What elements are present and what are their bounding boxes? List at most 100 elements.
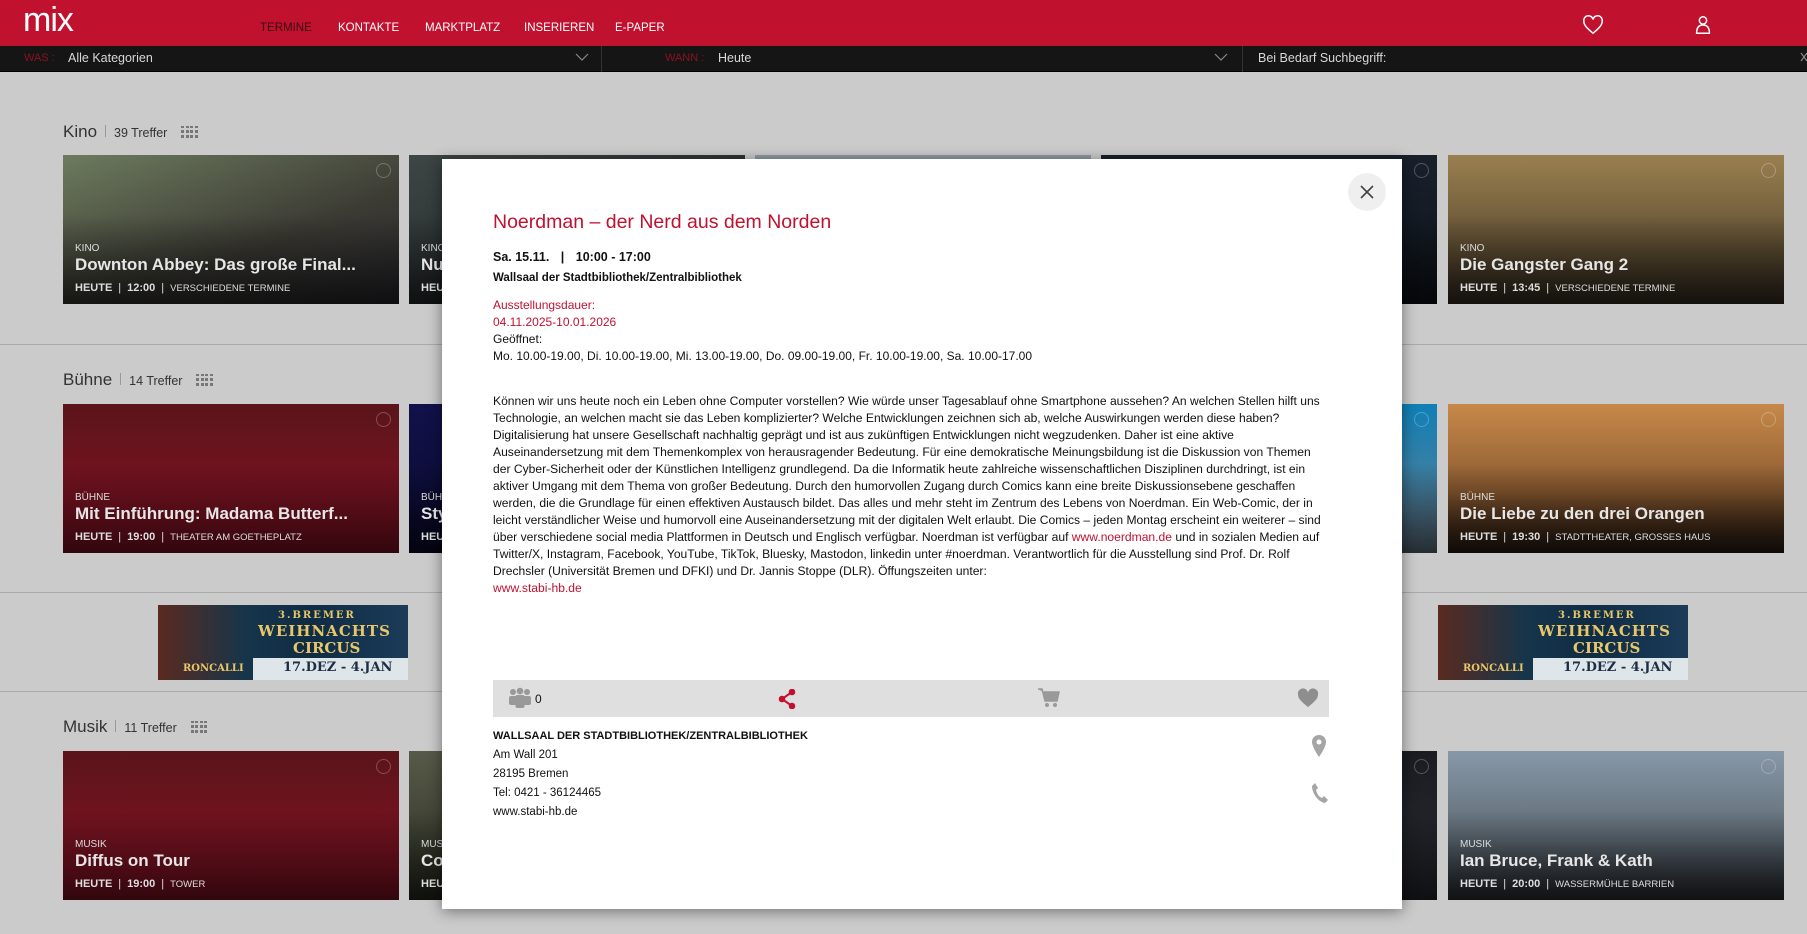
section-header-kino: Kino 39 Treffer xyxy=(63,122,198,142)
top-header: mix TERMINE KONTAKTE MARKTPLATZ INSERIER… xyxy=(0,0,1807,46)
card-day: HEUTE xyxy=(75,878,113,890)
heart-icon[interactable] xyxy=(1582,14,1604,36)
nav-e-paper[interactable]: E-PAPER xyxy=(615,22,665,34)
grid-view-icon[interactable] xyxy=(196,373,213,387)
info-icon[interactable] xyxy=(1761,759,1776,774)
card-meta: HEUTE | 19:30 | STADTTHEATER, GROSSES HAUS xyxy=(1460,531,1711,543)
info-icon[interactable] xyxy=(1761,163,1776,178)
address-street: Am Wall 201 xyxy=(493,749,558,761)
ad-banner[interactable]: 3.BREMER WEIHNACHTS CIRCUS 17.DEZ - 4.JA… xyxy=(158,605,408,680)
event-venue: Wallsaal der Stadtbibliothek/Zentralbibl… xyxy=(493,272,742,284)
banner-text: 17.DEZ - 4.JAN xyxy=(283,660,393,675)
search-input[interactable]: Bei Bedarf Suchbegriff: xyxy=(1258,51,1386,65)
chevron-down-icon[interactable] xyxy=(1214,52,1228,62)
attendees-count: 0 xyxy=(535,692,542,706)
card-title: Downton Abbey: Das große Final... xyxy=(75,255,356,274)
banner-text: 3.BREMER xyxy=(278,610,356,621)
card-meta: HEUTE | 20:00 | WASSERMÜHLE BARRIEN xyxy=(1460,878,1675,890)
event-description: Können wir uns heute noch ein Leben ohne… xyxy=(493,393,1329,597)
info-icon[interactable] xyxy=(1414,163,1429,178)
phone-link[interactable]: Tel: 0421 - 36124465 xyxy=(493,787,601,799)
event-card[interactable]: MUSIK Ian Bruce, Frank & Kath HEUTE | 20:00 |… xyxy=(1448,751,1784,900)
divider xyxy=(601,46,602,72)
info-icon[interactable] xyxy=(376,412,391,427)
card-time: 19:00 xyxy=(127,531,156,543)
filter-bar: WAS : Alle Kategorien WANN : Heute Bei B… xyxy=(0,46,1807,72)
card-time: 13:45 xyxy=(1512,282,1541,294)
card-title: Diffus on Tour xyxy=(75,851,190,870)
info-icon[interactable] xyxy=(1414,412,1429,427)
nav-inserieren[interactable]: INSERIEREN xyxy=(524,22,594,34)
card-day: HEU xyxy=(421,531,445,543)
opening-hours: Mo. 10.00-19.00, Di. 10.00-19.00, Mi. 13… xyxy=(493,349,1033,363)
section-header-bühne: Bühne 14 Treffer xyxy=(63,370,213,390)
card-meta: HEU xyxy=(421,878,444,890)
ad-banner[interactable]: 3.BREMER WEIHNACHTS CIRCUS 17.DEZ - 4.JA… xyxy=(1438,605,1688,680)
event-card[interactable]: KINO Downton Abbey: Das große Final... HEU… xyxy=(63,155,399,304)
section-header-musik: Musik 11 Treffer xyxy=(63,717,208,737)
section-title: Musik xyxy=(63,717,108,736)
nav-kontakte[interactable]: KONTAKTE xyxy=(338,22,399,34)
card-title: Mit Einführung: Madama Butterf... xyxy=(75,504,348,523)
card-day: HEUTE xyxy=(75,282,113,294)
grid-view-icon[interactable] xyxy=(181,125,198,139)
banner-text: WEIHNACHTS xyxy=(1538,622,1671,640)
card-category: KINO xyxy=(75,243,100,254)
favorite-heart-icon[interactable] xyxy=(1297,688,1319,708)
clear-icon[interactable] xyxy=(1800,52,1807,62)
card-meta: HEUTE | 12:00 | VERSCHIEDENE TERMINE xyxy=(75,282,291,294)
share-icon[interactable] xyxy=(778,689,796,709)
close-icon xyxy=(1360,185,1374,199)
event-title: Noerdman – der Nerd aus dem Norden xyxy=(493,211,832,233)
grid-view-icon[interactable] xyxy=(190,720,208,734)
card-category: BÜHNE xyxy=(1460,492,1496,503)
address-name: WALLSAAL DER STADTBIBLIOTHEK/ZENTRALBIBL… xyxy=(493,730,808,742)
banner-text: CIRCUS xyxy=(293,639,361,657)
card-day: HEUTE xyxy=(1460,531,1498,543)
close-button[interactable] xyxy=(1348,173,1386,211)
address-city: 28195 Bremen xyxy=(493,768,569,780)
event-card[interactable]: KINO Die Gangster Gang 2 HEUTE | 13:45 | VERSC… xyxy=(1448,155,1784,304)
logo[interactable]: mix xyxy=(23,0,74,40)
stabi-link[interactable]: www.stabi-hb.de xyxy=(493,581,582,595)
date-select[interactable]: Heute xyxy=(718,51,751,65)
desc-text: Können wir uns heute noch ein Leben ohne… xyxy=(493,394,1321,544)
cart-icon[interactable] xyxy=(1037,687,1061,709)
map-pin-icon[interactable] xyxy=(1312,735,1326,757)
section-title: Bühne xyxy=(63,370,113,389)
wann-label: WANN : xyxy=(665,52,705,64)
card-venue: STADTTHEATER, GROSSES HAUS xyxy=(1555,532,1711,543)
card-time: 20:00 xyxy=(1512,878,1541,890)
info-icon[interactable] xyxy=(376,759,391,774)
user-icon[interactable] xyxy=(1692,14,1714,36)
card-title: Die Gangster Gang 2 xyxy=(1460,255,1629,274)
event-card[interactable]: BÜHNE Mit Einführung: Madama Butterf... HE… xyxy=(63,404,399,553)
nav-marktplatz[interactable]: MARKTPLATZ xyxy=(425,22,500,34)
event-card[interactable]: BÜHNE Die Liebe zu den drei Orangen HEUTE |… xyxy=(1448,404,1784,553)
category-select[interactable]: Alle Kategorien xyxy=(68,51,153,65)
attendees-icon[interactable] xyxy=(507,687,533,709)
card-venue: VERSCHIEDENE TERMINE xyxy=(1555,283,1676,294)
card-venue: VERSCHIEDENE TERMINE xyxy=(170,283,291,294)
nav-termine[interactable]: TERMINE xyxy=(260,22,312,34)
noerdman-link[interactable]: www.noerdman.de xyxy=(1072,530,1172,544)
info-icon[interactable] xyxy=(1414,759,1429,774)
phone-icon[interactable] xyxy=(1311,782,1329,804)
card-meta: HEU xyxy=(421,531,444,543)
card-time: 12:00 xyxy=(127,282,156,294)
result-count: 39 Treffer xyxy=(114,126,168,140)
result-count: 14 Treffer xyxy=(129,374,183,388)
banner-text: CIRCUS xyxy=(1573,639,1641,657)
event-card[interactable]: MUSIK Diffus on Tour HEUTE | 19:00 | TOWER xyxy=(63,751,399,900)
duration-value: 04.11.2025-10.01.2026 xyxy=(493,315,617,329)
banner-text: RONCALLI xyxy=(183,663,244,674)
chevron-down-icon[interactable] xyxy=(575,52,589,62)
divider xyxy=(105,125,107,137)
card-category: BÜHNE xyxy=(75,492,111,503)
card-meta: HEUTE | 13:45 | VERSCHIEDENE TERMINE xyxy=(1460,282,1676,294)
divider xyxy=(120,373,122,385)
website-link[interactable]: www.stabi-hb.de xyxy=(493,806,577,818)
info-icon[interactable] xyxy=(1761,412,1776,427)
info-icon[interactable] xyxy=(376,163,391,178)
was-label: WAS : xyxy=(24,52,55,64)
